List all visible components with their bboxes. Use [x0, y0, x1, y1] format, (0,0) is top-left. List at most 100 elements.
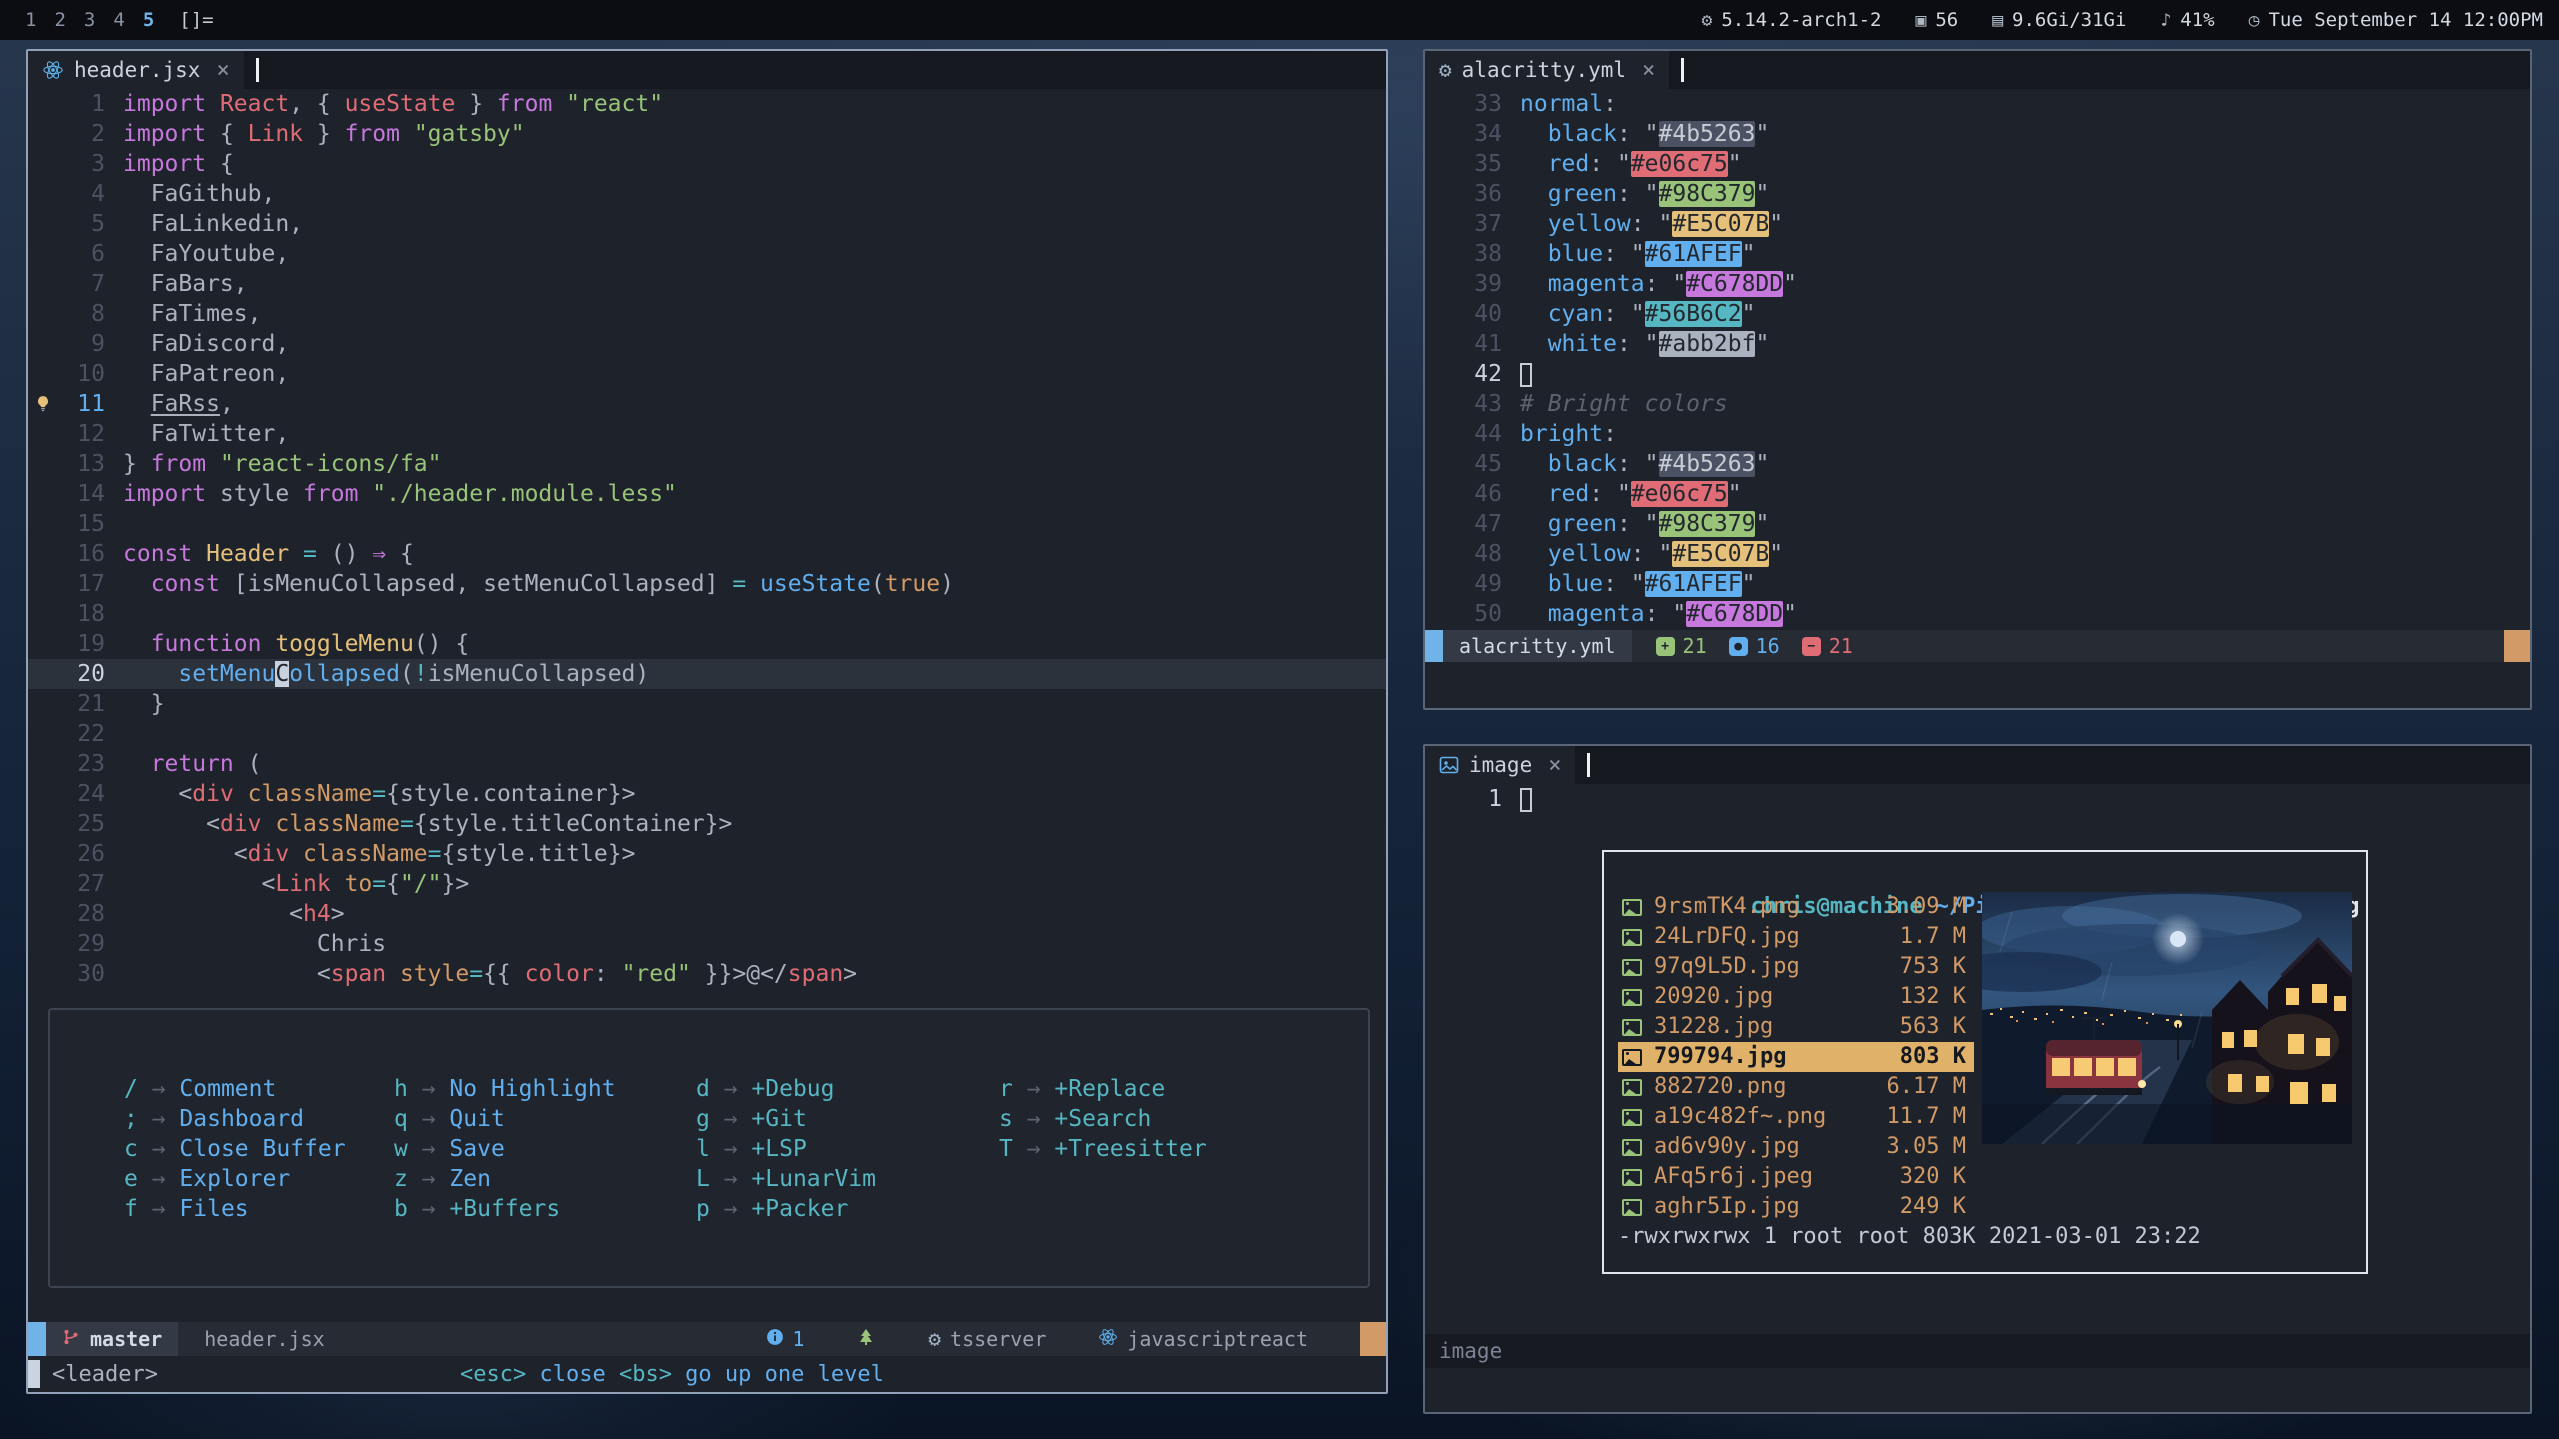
code-text: green: "#98C379"	[1502, 509, 1769, 539]
code-segment: setMenuCollapsed	[483, 571, 705, 597]
whichkey-key: e	[124, 1164, 138, 1194]
status-text: 41%	[2180, 9, 2214, 31]
code-segment: span	[331, 961, 386, 987]
file-details: -rwxrwxrwx 1 root root 803K 2021-03-01 2…	[1618, 1222, 2352, 1252]
code-segment: white	[1520, 331, 1617, 357]
image-file-icon	[1622, 1079, 1642, 1096]
line-number: 41	[1455, 329, 1502, 359]
whichkey-label: Save	[449, 1134, 504, 1164]
sign-column	[28, 299, 58, 329]
workspace-1[interactable]: 1	[16, 9, 45, 31]
close-icon[interactable]: ×	[1642, 58, 1655, 83]
code-segment: const	[123, 571, 220, 597]
code-segment: <	[123, 811, 220, 837]
code-segment: "	[1672, 271, 1686, 297]
code-segment	[123, 391, 151, 417]
code-editor[interactable]: 33normal:34 black: "#4b5263"35 red: "#e0…	[1425, 89, 2530, 630]
image-file-icon	[1622, 1109, 1642, 1126]
status-item: ⚙5.14.2-arch1-2	[1701, 9, 1881, 31]
code-segment: React	[206, 91, 289, 117]
code-line: 42	[1425, 359, 2530, 389]
file-size: 3.05 M	[1887, 1132, 1966, 1162]
workspace-4[interactable]: 4	[104, 9, 133, 31]
code-segment: cyan	[1520, 301, 1603, 327]
code-line: 20 setMenuCollapsed(!isMenuCollapsed)	[28, 659, 1386, 689]
whichkey-column: h → No Highlightq → Quitw → Savez → Zenb…	[394, 1074, 696, 1286]
code-line: 9 FaDiscord,	[28, 329, 1386, 359]
code-segment: import	[123, 91, 206, 117]
git-changed-count: 16	[1756, 634, 1780, 658]
sign-column	[1425, 269, 1455, 299]
code-segment: =	[372, 781, 386, 807]
code-segment: color	[525, 961, 594, 987]
line-number: 42	[1455, 359, 1502, 389]
mode-indicator	[1425, 630, 1443, 662]
tabline: ⚙ alacritty.yml ×	[1425, 51, 2530, 89]
tab-image[interactable]: image ×	[1425, 746, 1575, 784]
line-number: 43	[1455, 389, 1502, 419]
whichkey-item: g → +Git	[696, 1104, 999, 1134]
workspace-2[interactable]: 2	[45, 9, 74, 31]
cmdline-hint-segment: <bs>	[619, 1362, 672, 1387]
code-segment: #abb2bf	[1659, 331, 1756, 357]
code-segment: yellow	[1520, 541, 1631, 567]
code-segment: C	[275, 661, 289, 687]
code-segment: !	[414, 661, 428, 687]
status-text: 9.6Gi/31Gi	[2012, 9, 2126, 31]
workspace-3[interactable]: 3	[75, 9, 104, 31]
file-size: 249 K	[1900, 1192, 1966, 1222]
terminal-window-image: image × 1 chris@machine~/Pictures/wallpa…	[1423, 744, 2532, 1414]
tab-header-jsx[interactable]: header.jsx ×	[28, 51, 244, 89]
file-size: 1.7 M	[1900, 922, 1966, 952]
line-number: 30	[58, 959, 105, 989]
statusline-filename: header.jsx	[204, 1327, 324, 1351]
tab-alacritty-yml[interactable]: ⚙ alacritty.yml ×	[1425, 51, 1669, 89]
gear-icon: ⚙	[1439, 58, 1452, 82]
code-segment: import	[123, 151, 206, 177]
close-icon[interactable]: ×	[1548, 753, 1561, 778]
code-editor[interactable]: 1import React, { useState } from "react"…	[28, 89, 1386, 1322]
code-segment: }	[303, 121, 345, 147]
line-number: 28	[58, 899, 105, 929]
whichkey-key: ;	[124, 1104, 138, 1134]
arrow-icon: →	[710, 1164, 752, 1194]
code-segment: :	[1589, 481, 1617, 507]
terminal-buffer[interactable]: 1 chris@machine~/Pictures/wallpapers/799…	[1425, 784, 2530, 1334]
line-number: 1	[58, 89, 105, 119]
code-segment: "	[1658, 211, 1672, 237]
code-segment: "	[1645, 511, 1659, 537]
git-branch-icon	[62, 1327, 80, 1351]
tabline-caret	[1587, 753, 1590, 777]
code-segment: blue	[1520, 571, 1603, 597]
line-number: 23	[58, 749, 105, 779]
whichkey-label: Explorer	[179, 1164, 290, 1194]
sign-column	[28, 749, 58, 779]
git-changed: ●16	[1729, 634, 1780, 658]
sign-column	[1425, 509, 1455, 539]
sign-column	[1425, 389, 1455, 419]
code-line: 44bright:	[1425, 419, 2530, 449]
react-icon	[42, 59, 64, 81]
tabline: image ×	[1425, 746, 2530, 784]
whichkey-item: f → Files	[124, 1194, 394, 1224]
command-line[interactable]: <leader> <esc> close <bs> go up one leve…	[28, 1356, 1386, 1392]
sign-column	[28, 239, 58, 269]
code-lines: 33normal:34 black: "#4b5263"35 red: "#e0…	[1425, 89, 2530, 629]
code-segment: :	[1617, 451, 1645, 477]
close-icon[interactable]: ×	[216, 58, 229, 83]
code-segment: =	[372, 871, 386, 897]
file-row: ad6v90y.jpg3.05 M	[1618, 1132, 1974, 1162]
code-segment: "	[1755, 451, 1769, 477]
whichkey-key: s	[999, 1104, 1013, 1134]
code-segment: bright	[1520, 421, 1603, 447]
code-text: green: "#98C379"	[1502, 179, 1769, 209]
workspace-5[interactable]: 5	[134, 9, 163, 31]
code-segment: {	[386, 871, 400, 897]
whichkey-key: L	[696, 1164, 710, 1194]
diagnostic-icon	[766, 1327, 784, 1351]
code-segment: "	[1755, 121, 1769, 147]
file-size: 6.17 M	[1887, 1072, 1966, 1102]
arrow-icon: →	[138, 1164, 180, 1194]
code-text: FaBars,	[105, 269, 248, 299]
file-name: 31228.jpg	[1654, 1012, 1900, 1042]
